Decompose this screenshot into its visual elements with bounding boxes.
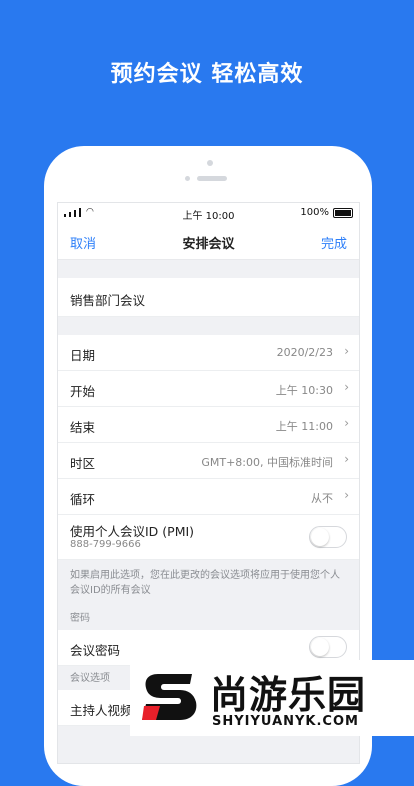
watermark: 尚游乐园 SHYIYUANYK.COM	[130, 660, 414, 736]
timezone-label: 时区	[70, 456, 96, 471]
camera-dot	[185, 176, 190, 181]
start-value: 上午 10:30	[275, 384, 333, 397]
timezone-row[interactable]: 时区 GMT+8:00, 中国标准时间 ›	[58, 443, 359, 479]
date-value: 2020/2/23	[276, 346, 333, 359]
end-label: 结束	[70, 420, 96, 435]
date-label: 日期	[70, 348, 96, 363]
section-gap	[58, 260, 359, 278]
headline: 预约会议 轻松高效	[110, 62, 304, 87]
watermark-logo-icon	[142, 674, 197, 720]
done-button[interactable]: 完成	[321, 233, 347, 252]
chevron-right-icon: ›	[344, 452, 349, 466]
chevron-right-icon: ›	[344, 344, 349, 358]
password-label: 会议密码	[70, 643, 121, 658]
repeat-value: 从不	[311, 492, 333, 505]
pmi-label: 使用个人会议ID (PMI)	[70, 524, 195, 539]
host-video-label: 主持人视频	[70, 703, 133, 718]
battery-icon	[333, 207, 353, 218]
meeting-title-field[interactable]: 销售部门会议	[58, 278, 359, 317]
pmi-toggle[interactable]	[309, 526, 347, 548]
pmi-note: 如果启用此选项，您在此更改的会议选项将应用于使用您个人会议ID的所有会议	[58, 560, 359, 606]
chevron-right-icon: ›	[344, 416, 349, 430]
meeting-title-value: 销售部门会议	[70, 293, 146, 308]
repeat-row[interactable]: 循环 从不 ›	[58, 479, 359, 515]
status-bar: ◠ 上午 10:00 100%	[58, 203, 359, 223]
watermark-domain: SHYIYUANYK.COM	[212, 714, 359, 729]
start-row[interactable]: 开始 上午 10:30 ›	[58, 371, 359, 407]
end-value: 上午 11:00	[275, 420, 333, 433]
chevron-right-icon: ›	[344, 488, 349, 502]
repeat-label: 循环	[70, 492, 96, 507]
page-title: 安排会议	[182, 237, 235, 252]
password-section-header: 密码	[58, 606, 359, 630]
timezone-value: GMT+8:00, 中国标准时间	[201, 456, 333, 469]
sensor-dot	[207, 160, 213, 166]
battery-percent: 100%	[300, 207, 329, 218]
end-row[interactable]: 结束 上午 11:00 ›	[58, 407, 359, 443]
pmi-row: 使用个人会议ID (PMI) 888-799-9666	[58, 515, 359, 560]
section-gap	[58, 317, 359, 335]
speaker-grille	[197, 176, 227, 181]
start-label: 开始	[70, 384, 96, 399]
pmi-number: 888-799-9666	[70, 539, 141, 550]
chevron-right-icon: ›	[344, 380, 349, 394]
nav-bar: 取消 安排会议 完成	[58, 223, 359, 260]
date-row[interactable]: 日期 2020/2/23 ›	[58, 335, 359, 371]
watermark-name: 尚游乐园	[210, 673, 367, 717]
password-toggle[interactable]	[309, 636, 347, 658]
